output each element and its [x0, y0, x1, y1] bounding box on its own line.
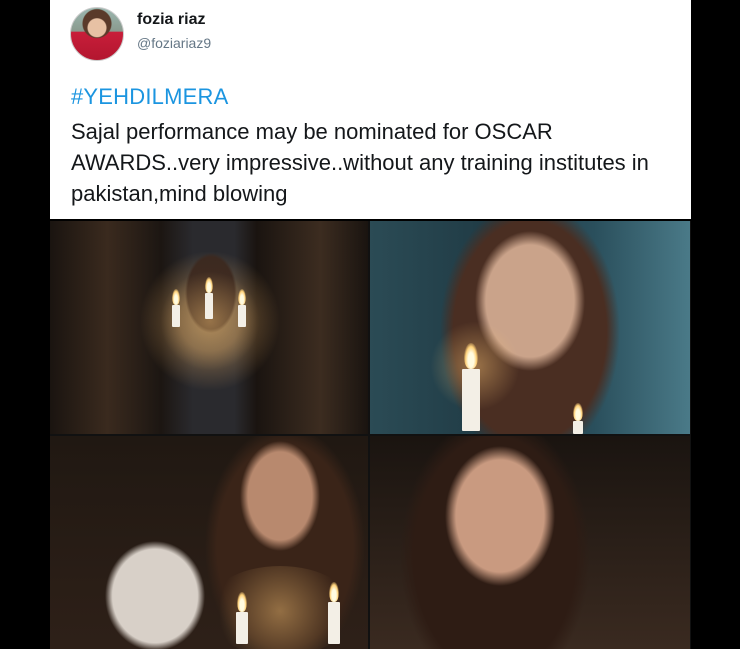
- candle: [462, 369, 480, 431]
- hashtag-link[interactable]: #YEHDILMERA: [71, 84, 228, 110]
- display-name[interactable]: fozia riaz: [137, 11, 205, 29]
- photo-closeup-candle[interactable]: [370, 221, 690, 434]
- photo-closeup-dark[interactable]: [370, 436, 690, 649]
- photo-grid: [50, 221, 691, 649]
- user-handle[interactable]: @foziariaz9: [137, 35, 211, 51]
- candle: [328, 602, 340, 644]
- candle-flame: [573, 403, 583, 421]
- avatar[interactable]: [70, 7, 124, 61]
- tweet-text: Sajal performance may be nominated for O…: [71, 119, 649, 206]
- candle-flame: [464, 343, 478, 369]
- candle: [238, 305, 246, 327]
- candle-flame: [205, 277, 213, 293]
- candle-flame: [172, 289, 180, 305]
- candle-flame: [237, 592, 247, 612]
- candle: [573, 421, 583, 434]
- candle: [236, 612, 248, 644]
- candle-flame: [238, 289, 246, 305]
- candle: [172, 305, 180, 327]
- candle-flame: [329, 582, 339, 602]
- photo-hallway-candelabra[interactable]: [50, 221, 368, 434]
- tweet-card: fozia riaz @foziariaz9 #YEHDILMERA Sajal…: [50, 0, 691, 219]
- candle: [205, 293, 213, 319]
- photo-doll-candles[interactable]: [50, 436, 368, 649]
